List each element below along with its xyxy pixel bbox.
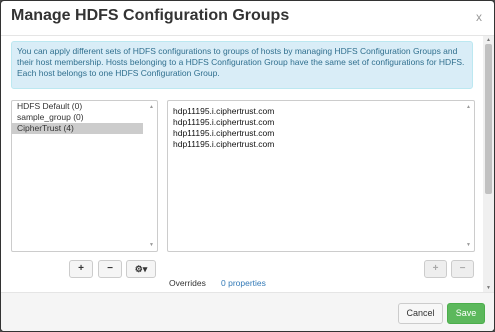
host-item[interactable]: hdp11195.i.ciphertrust.com [168, 117, 474, 128]
add-hosts-button[interactable]: + [424, 260, 447, 278]
dialog-body: You can apply different sets of HDFS con… [1, 36, 483, 292]
dialog-scrollbar[interactable]: ▲ ▼ [483, 36, 494, 292]
host-item[interactable]: hdp11195.i.ciphertrust.com [168, 106, 474, 117]
overrides-properties-link[interactable]: 0 properties [221, 278, 266, 288]
close-icon[interactable]: x [476, 10, 482, 24]
scroll-down-icon[interactable]: ▼ [149, 242, 154, 248]
dialog-title: Manage HDFS Configuration Groups [11, 7, 290, 24]
config-groups-list[interactable]: HDFS Default (0) sample_group (0) Cipher… [11, 100, 158, 252]
group-item-ciphertrust[interactable]: CipherTrust (4) [12, 123, 143, 134]
groups-scrollbar[interactable]: ▲ ▼ [147, 101, 157, 251]
host-item[interactable]: hdp11195.i.ciphertrust.com [168, 128, 474, 139]
scroll-up-icon[interactable]: ▲ [149, 104, 154, 110]
host-item[interactable]: hdp11195.i.ciphertrust.com [168, 139, 474, 150]
hosts-scrollbar[interactable]: ▲ ▼ [464, 101, 474, 251]
group-item-sample-group[interactable]: sample_group (0) [12, 112, 157, 123]
remove-group-button[interactable]: − [98, 260, 122, 278]
scroll-down-icon[interactable]: ▼ [466, 242, 471, 248]
save-button[interactable]: Save [447, 303, 485, 324]
dialog-header: Manage HDFS Configuration Groups x [1, 1, 494, 36]
group-actions-gear-button[interactable]: ⚙▾ [126, 260, 156, 278]
remove-hosts-button[interactable]: − [451, 260, 474, 278]
dialog-footer: Cancel Save [1, 292, 494, 331]
add-group-button[interactable]: + [69, 260, 93, 278]
scroll-up-icon[interactable]: ▲ [486, 37, 491, 43]
scrollbar-thumb[interactable] [485, 44, 492, 194]
scroll-up-icon[interactable]: ▲ [466, 104, 471, 110]
scroll-down-icon[interactable]: ▼ [486, 285, 491, 291]
group-item-hdfs-default[interactable]: HDFS Default (0) [12, 101, 157, 112]
group-hosts-list[interactable]: hdp11195.i.ciphertrust.com hdp11195.i.ci… [167, 100, 475, 252]
info-alert: You can apply different sets of HDFS con… [11, 41, 473, 89]
manage-config-groups-dialog: Manage HDFS Configuration Groups x You c… [0, 0, 495, 332]
cancel-button[interactable]: Cancel [398, 303, 443, 324]
overrides-label: Overrides [169, 278, 206, 288]
